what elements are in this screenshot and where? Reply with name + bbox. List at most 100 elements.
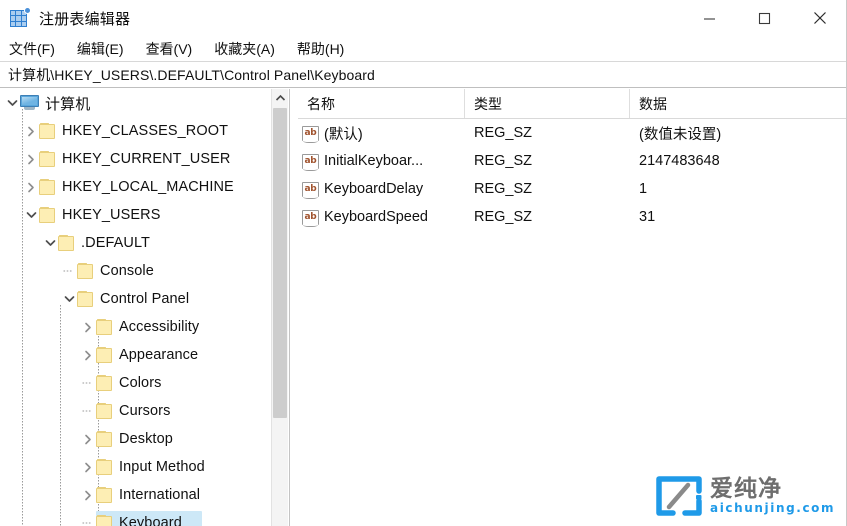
tree-item-cursors[interactable]: Cursors [0, 397, 272, 425]
tree-item-default[interactable]: .DEFAULT [0, 229, 272, 257]
tree-leaf-connector [80, 509, 96, 526]
tree-item-label: Accessibility [119, 319, 200, 335]
chevron-down-icon[interactable] [61, 285, 77, 313]
tree-item-hkey-current-user[interactable]: HKEY_CURRENT_USER [0, 145, 272, 173]
chevron-right-icon[interactable] [23, 117, 39, 145]
value-type-cell: REG_SZ [474, 125, 533, 141]
folder-icon [96, 431, 113, 447]
values-list: ab (默认) REG_SZ (数值未设置) ab InitialKeyboar... RE… [298, 119, 846, 231]
registry-tree-pane: 计算机 HKEY_CLASSES_ROOT HKEY_CURRENT_USER HKE… [0, 89, 290, 526]
menu-edit[interactable]: 编辑(E) [77, 39, 124, 59]
values-column-headers: 名称 类型 数据 [298, 89, 846, 119]
menu-bar: 文件(F) 编辑(E) 查看(V) 收藏夹(A) 帮助(H) [0, 36, 846, 61]
tree-item-label: Console [100, 263, 154, 279]
tree-item-label: Colors [119, 375, 162, 391]
column-header-data[interactable]: 数据 [630, 89, 846, 118]
tree-item-label: HKEY_LOCAL_MACHINE [62, 179, 234, 195]
value-name-cell: ab InitialKeyboar... [298, 147, 465, 175]
menu-favorites[interactable]: 收藏夹(A) [214, 39, 275, 59]
folder-icon [96, 487, 113, 503]
folder-icon [39, 151, 56, 167]
tree-item-label: Input Method [119, 459, 205, 475]
tree-item-colors[interactable]: Colors [0, 369, 272, 397]
chevron-down-icon[interactable] [42, 229, 58, 257]
tree-item-keyboard[interactable]: Keyboard [0, 509, 272, 526]
folder-icon [39, 123, 56, 139]
value-name-cell: ab (默认) [298, 119, 465, 147]
folder-icon [58, 235, 75, 251]
folder-icon [39, 207, 56, 223]
menu-help[interactable]: 帮助(H) [297, 39, 344, 59]
tree-item-label: HKEY_CLASSES_ROOT [62, 123, 229, 139]
tree-item-hkey-classes-root[interactable]: HKEY_CLASSES_ROOT [0, 117, 272, 145]
value-name-cell: ab KeyboardDelay [298, 175, 465, 203]
watermark: 爱纯净 aichunjing.com [655, 470, 840, 522]
table-row[interactable]: ab (默认) REG_SZ (数值未设置) [298, 119, 846, 147]
menu-file[interactable]: 文件(F) [9, 39, 55, 59]
chevron-right-icon[interactable] [80, 341, 96, 369]
minimize-button[interactable] [682, 0, 737, 36]
tree-item-desktop[interactable]: Desktop [0, 425, 272, 453]
tree-item-control-panel[interactable]: Control Panel [0, 285, 272, 313]
folder-icon [96, 375, 113, 391]
folder-icon [96, 347, 113, 363]
chevron-right-icon[interactable] [80, 481, 96, 509]
chevron-right-icon[interactable] [80, 453, 96, 481]
chevron-right-icon[interactable] [23, 145, 39, 173]
address-bar[interactable]: 计算机\HKEY_USERS\.DEFAULT\Control Panel\Ke… [0, 61, 846, 88]
registry-tree: 计算机 HKEY_CLASSES_ROOT HKEY_CURRENT_USER HKE… [0, 89, 272, 526]
tree-item-accessibility[interactable]: Accessibility [0, 313, 272, 341]
tree-item-appearance[interactable]: Appearance [0, 341, 272, 369]
table-row[interactable]: ab InitialKeyboar... REG_SZ 2147483648 [298, 147, 846, 175]
folder-icon [77, 291, 94, 307]
tree-leaf-connector [80, 397, 96, 425]
string-value-icon: ab [302, 209, 319, 227]
tree-item-[interactable]: 计算机 [0, 89, 272, 117]
computer-icon [20, 95, 39, 111]
string-value-icon: ab [302, 181, 319, 199]
value-type-cell: REG_SZ [474, 153, 533, 169]
value-data-cell: (数值未设置) [639, 126, 722, 143]
chevron-right-icon[interactable] [80, 313, 96, 341]
window-controls [682, 0, 846, 36]
tree-item-hkey-local-machine[interactable]: HKEY_LOCAL_MACHINE [0, 173, 272, 201]
tree-item-international[interactable]: International [0, 481, 272, 509]
table-row[interactable]: ab KeyboardSpeed REG_SZ 31 [298, 203, 846, 231]
tree-leaf-connector [80, 369, 96, 397]
tree-item-label: Control Panel [100, 291, 190, 307]
value-name-text: (默认) [324, 126, 363, 143]
menu-view[interactable]: 查看(V) [146, 39, 193, 59]
tree-item-input-method[interactable]: Input Method [0, 453, 272, 481]
chevron-down-icon[interactable] [4, 89, 20, 117]
column-header-name[interactable]: 名称 [298, 89, 465, 118]
column-header-type[interactable]: 类型 [465, 89, 630, 118]
tree-scrollbar-thumb[interactable] [273, 108, 287, 418]
value-name-text: InitialKeyboar... [324, 153, 424, 169]
tree-item-console[interactable]: Console [0, 257, 272, 285]
tree-item-label: .DEFAULT [81, 235, 151, 251]
tree-leaf-connector [61, 257, 77, 285]
tree-scrollbar[interactable] [271, 89, 288, 526]
value-type-cell: REG_SZ [474, 181, 533, 197]
folder-icon [77, 263, 94, 279]
chevron-up-icon[interactable] [272, 89, 288, 106]
tree-item-label: 计算机 [45, 95, 91, 113]
registry-editor-icon [9, 7, 31, 29]
chevron-down-icon[interactable] [23, 201, 39, 229]
tree-item-label: HKEY_USERS [62, 207, 161, 223]
tree-item-label: Desktop [119, 431, 173, 447]
close-button[interactable] [792, 0, 846, 36]
maximize-button[interactable] [737, 0, 792, 36]
chevron-right-icon[interactable] [80, 425, 96, 453]
string-value-icon: ab [302, 153, 319, 171]
aichunjing-logo-icon [655, 474, 703, 518]
value-type-cell: REG_SZ [474, 209, 533, 225]
value-data-cell: 2147483648 [639, 153, 720, 169]
tree-item-label: Keyboard [119, 515, 182, 526]
title-bar: 注册表编辑器 [0, 0, 846, 36]
chevron-right-icon[interactable] [23, 173, 39, 201]
watermark-cn-text: 爱纯净 [710, 475, 782, 502]
tree-item-hkey-users[interactable]: HKEY_USERS [0, 201, 272, 229]
table-row[interactable]: ab KeyboardDelay REG_SZ 1 [298, 175, 846, 203]
registry-values-pane: 名称 类型 数据 ab (默认) REG_SZ (数值未设置) ab InitialKey… [298, 89, 846, 526]
